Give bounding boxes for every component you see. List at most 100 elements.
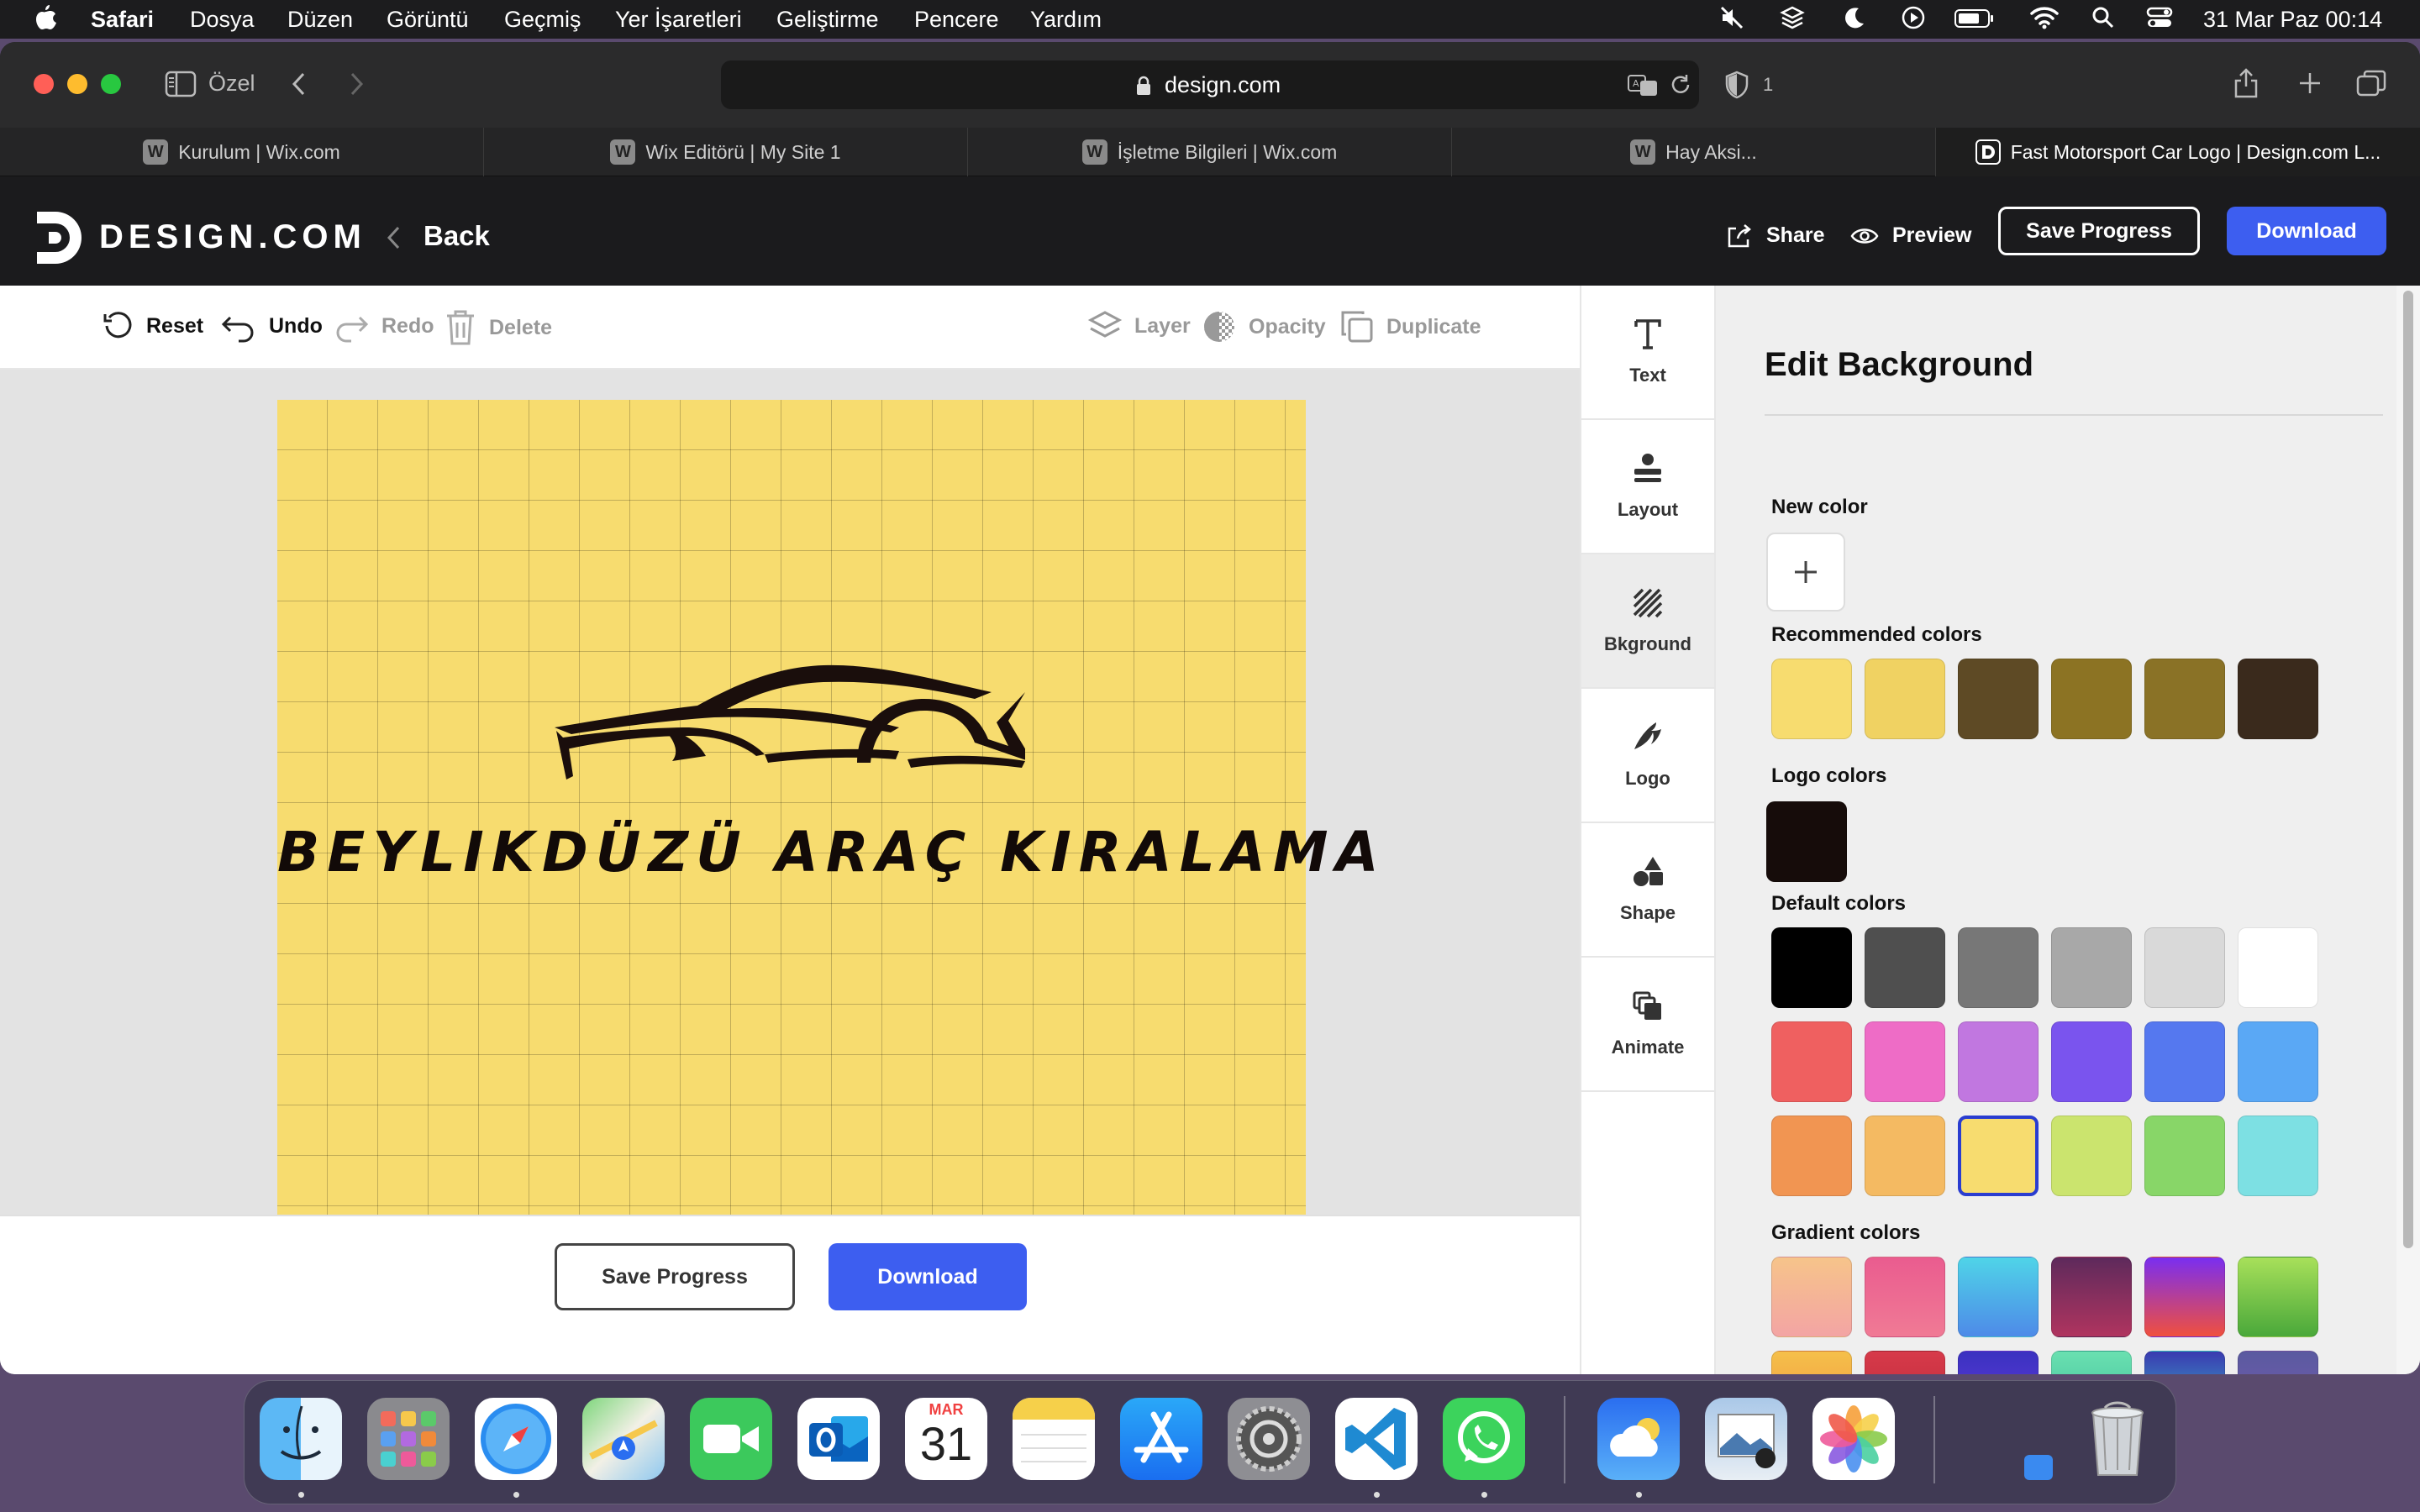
nav-layout[interactable]: Layout	[1581, 420, 1714, 554]
menu-history[interactable]: Geçmiş	[504, 7, 581, 33]
close-window-button[interactable]	[34, 74, 54, 94]
outlook-dock-icon[interactable]	[797, 1398, 880, 1480]
panel-scrollbar[interactable]	[2396, 286, 2420, 1374]
new-tab-icon[interactable]	[2297, 71, 2323, 96]
default-color-swatch[interactable]	[1958, 1021, 2039, 1102]
search-icon[interactable]	[2091, 5, 2116, 30]
default-color-swatch[interactable]	[1865, 927, 1945, 1008]
brand-name[interactable]: DESIGN.COM	[99, 218, 366, 256]
menu-develop[interactable]: Geliştirme	[776, 7, 879, 33]
default-color-swatch[interactable]	[1865, 1116, 1945, 1196]
whatsapp-dock-icon[interactable]	[1443, 1398, 1525, 1480]
safari-dock-icon[interactable]	[475, 1398, 557, 1480]
default-color-swatch[interactable]	[1771, 1116, 1852, 1196]
add-color-button[interactable]	[1766, 533, 1845, 612]
system-settings-dock-icon[interactable]	[1228, 1398, 1310, 1480]
mute-icon[interactable]	[1719, 5, 1744, 30]
gradient-color-swatch[interactable]	[1865, 1351, 1945, 1374]
default-color-swatch[interactable]	[1958, 927, 2039, 1008]
play-icon[interactable]	[1901, 5, 1926, 30]
gradient-color-swatch[interactable]	[1771, 1257, 1852, 1337]
nav-background[interactable]: Bkground	[1581, 554, 1714, 689]
default-color-swatch[interactable]	[2144, 1021, 2225, 1102]
gradient-color-swatch[interactable]	[1865, 1257, 1945, 1337]
recommended-color-swatch[interactable]	[1958, 659, 2039, 739]
design-logo-icon[interactable]	[32, 208, 84, 267]
default-color-swatch[interactable]	[2238, 1021, 2318, 1102]
gradient-color-swatch[interactable]	[1958, 1257, 2039, 1337]
menu-clock[interactable]: 31 Mar Paz 00:14	[2203, 7, 2382, 33]
vscode-dock-icon[interactable]	[1335, 1398, 1418, 1480]
back-chevron-icon[interactable]	[387, 225, 402, 250]
car-logo-icon[interactable]	[555, 662, 1025, 788]
gradient-color-swatch[interactable]	[2144, 1257, 2225, 1337]
launchpad-dock-icon[interactable]	[367, 1398, 450, 1480]
redo-button[interactable]: Redo	[333, 309, 434, 343]
reload-icon[interactable]	[1669, 72, 1692, 97]
gradient-color-swatch[interactable]	[2051, 1351, 2132, 1374]
default-color-swatch[interactable]	[2051, 1116, 2132, 1196]
nav-animate[interactable]: Animate	[1581, 958, 1714, 1092]
gradient-color-swatch[interactable]	[2238, 1257, 2318, 1337]
notes-dock-icon[interactable]	[1013, 1398, 1095, 1480]
logo-text[interactable]: BEYLIKDÜZÜ ARAÇ KIRALAMA	[277, 820, 1379, 885]
profile-label[interactable]: Özel	[208, 71, 255, 97]
preview-button[interactable]: Preview	[1892, 223, 1972, 248]
privacy-shield-icon[interactable]	[1724, 71, 1749, 99]
back-nav-icon[interactable]	[289, 71, 309, 97]
layer-button[interactable]: Layer	[1087, 309, 1191, 343]
gradient-color-swatch[interactable]	[1958, 1351, 2039, 1374]
weather-widget-icon[interactable]	[2024, 1455, 2053, 1480]
save-progress-button[interactable]: Save Progress	[555, 1243, 795, 1310]
nav-logo[interactable]: Logo	[1581, 689, 1714, 823]
control-center-icon[interactable]	[2146, 5, 2173, 30]
eye-icon[interactable]	[1850, 225, 1879, 247]
default-color-swatch[interactable]	[2238, 927, 2318, 1008]
tab-overview-icon[interactable]	[2356, 69, 2386, 97]
browser-tab[interactable]: W İşletme Bilgileri | Wix.com	[968, 128, 1452, 176]
zoom-window-button[interactable]	[101, 74, 121, 94]
recommended-color-swatch[interactable]	[1865, 659, 1945, 739]
menu-edit[interactable]: Düzen	[287, 7, 353, 33]
scrollbar-thumb[interactable]	[2403, 291, 2413, 1248]
browser-tab[interactable]: W Wix Editörü | My Site 1	[484, 128, 968, 176]
recommended-color-swatch[interactable]	[2051, 659, 2132, 739]
download-button[interactable]: Download	[829, 1243, 1027, 1310]
preview-dock-icon[interactable]	[1705, 1398, 1787, 1480]
save-progress-header-button[interactable]: Save Progress	[1998, 207, 2200, 255]
default-color-swatch[interactable]	[2238, 1116, 2318, 1196]
share-button[interactable]: Share	[1766, 223, 1824, 248]
share-browser-icon[interactable]	[2233, 67, 2259, 99]
reset-button[interactable]: Reset	[101, 309, 203, 343]
delete-button[interactable]: Delete	[444, 309, 552, 346]
default-color-swatch[interactable]	[2144, 1116, 2225, 1196]
browser-tab[interactable]: W Hay Aksi...	[1452, 128, 1936, 176]
calendar-dock-icon[interactable]: MAR 31	[905, 1398, 987, 1480]
recommended-color-swatch[interactable]	[2144, 659, 2225, 739]
back-link[interactable]: Back	[424, 220, 490, 252]
download-header-button[interactable]: Download	[2227, 207, 2386, 255]
sidebar-toggle-icon[interactable]	[165, 71, 197, 97]
logo-canvas[interactable]: BEYLIKDÜZÜ ARAÇ KIRALAMA	[277, 400, 1379, 1220]
recommended-color-swatch[interactable]	[2238, 659, 2318, 739]
logo-color-swatch[interactable]	[1766, 801, 1847, 882]
facetime-dock-icon[interactable]	[690, 1398, 772, 1480]
apple-menu-icon[interactable]	[34, 3, 57, 32]
recommended-color-swatch[interactable]	[1771, 659, 1852, 739]
browser-tab[interactable]: W Kurulum | Wix.com	[0, 128, 484, 176]
menu-view[interactable]: Görüntü	[387, 7, 469, 33]
undo-button[interactable]: Undo	[220, 309, 323, 343]
default-color-swatch[interactable]	[1865, 1021, 1945, 1102]
forward-nav-icon[interactable]	[346, 71, 366, 97]
gradient-color-swatch[interactable]	[1771, 1351, 1852, 1374]
default-color-swatch[interactable]	[2051, 927, 2132, 1008]
moon-icon[interactable]	[1842, 5, 1867, 30]
nav-shape[interactable]: Shape	[1581, 823, 1714, 958]
maps-dock-icon[interactable]	[582, 1398, 665, 1480]
app-store-dock-icon[interactable]	[1120, 1398, 1202, 1480]
weather-dock-icon[interactable]	[1597, 1398, 1680, 1480]
finder-dock-icon[interactable]	[260, 1398, 342, 1480]
photos-dock-icon[interactable]	[1812, 1398, 1895, 1480]
wifi-icon[interactable]	[2030, 5, 2059, 30]
default-color-swatch[interactable]	[2051, 1021, 2132, 1102]
